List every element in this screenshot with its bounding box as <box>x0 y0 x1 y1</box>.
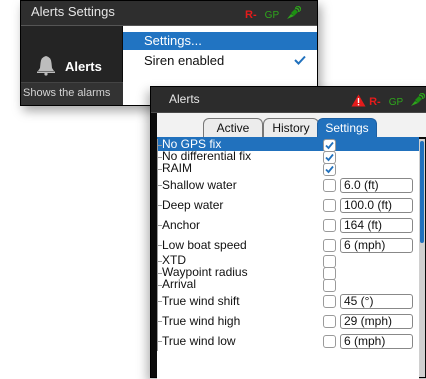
setting-label: RAIM <box>162 161 192 175</box>
titlebar: Alerts R- GP <box>151 87 426 113</box>
setting-row[interactable]: RAIM <box>157 161 419 176</box>
sidebar-item-alerts[interactable]: Alerts <box>65 59 102 74</box>
alert-enable-checkbox[interactable] <box>323 179 336 192</box>
threshold-value-field[interactable]: 45 (°) <box>340 294 413 309</box>
setting-label: True wind shift <box>162 294 240 308</box>
setting-row[interactable]: Low boat speed 6 (mph) <box>157 235 419 255</box>
check-icon <box>325 153 334 162</box>
setting-row[interactable]: Waypoint radius <box>157 265 419 280</box>
alert-enable-checkbox[interactable] <box>323 239 336 252</box>
alert-enable-checkbox[interactable] <box>323 199 336 212</box>
menu-item-siren-enabled[interactable]: Siren enabled <box>123 52 317 70</box>
menu-item-label: Settings... <box>144 33 202 48</box>
setting-row[interactable]: No differential fix <box>157 149 419 164</box>
window-title: Alerts <box>169 92 200 106</box>
setting-label: True wind high <box>162 314 241 328</box>
setting-label: Shallow water <box>162 178 237 192</box>
setting-row[interactable]: True wind high 29 (mph) <box>157 311 419 331</box>
alerts-settings-list: No GPS fix No differential fix RAIM Shallow… <box>157 137 419 379</box>
setting-label: Anchor <box>162 218 201 232</box>
threshold-value-field[interactable]: 6.0 (ft) <box>340 178 413 193</box>
setting-row[interactable]: True wind shift 45 (°) <box>157 291 419 311</box>
threshold-value-field[interactable]: 164 (ft) <box>340 218 413 233</box>
scrollbar[interactable] <box>419 139 425 377</box>
alerts-window: Alerts R- GP Active History Settings No … <box>150 86 426 379</box>
menu-item-settings[interactable]: Settings... <box>123 32 317 50</box>
alert-enable-checkbox[interactable] <box>323 219 336 232</box>
setting-label: Arrival <box>162 277 197 291</box>
threshold-value-field[interactable]: 6 (mph) <box>340 334 413 349</box>
setting-label: Low boat speed <box>162 238 247 252</box>
alert-enable-checkbox[interactable] <box>323 315 336 328</box>
check-icon <box>325 165 334 174</box>
satellite-icon <box>411 93 426 106</box>
setting-row[interactable]: Arrival <box>157 277 419 292</box>
gps-indicator: GP <box>388 97 404 108</box>
setting-row[interactable]: Deep water 100.0 (ft) <box>157 195 419 215</box>
satellite-icon <box>287 6 302 19</box>
setting-label: True wind low <box>162 334 236 348</box>
titlebar: Alerts Settings R- GP <box>21 1 317 26</box>
gps-indicator: GP <box>264 10 280 21</box>
setting-row[interactable]: Anchor 164 (ft) <box>157 215 419 235</box>
status-indicators: R- GP <box>245 6 302 21</box>
status-indicators: R- GP <box>351 93 426 108</box>
check-icon <box>294 55 306 65</box>
threshold-value-field[interactable]: 29 (mph) <box>340 314 413 329</box>
threshold-value-field[interactable]: 100.0 (ft) <box>340 198 413 213</box>
window-title: Alerts Settings <box>31 4 115 19</box>
bell-icon <box>37 56 55 76</box>
tab-settings[interactable]: Settings <box>317 118 377 137</box>
setting-row[interactable]: True wind low 6 (mph) <box>157 331 419 351</box>
setting-row[interactable]: Shallow water 6.0 (ft) <box>157 175 419 195</box>
alarm-indicator: R- <box>369 96 381 108</box>
sidebar: Alerts Shows the alarms <box>21 26 124 105</box>
threshold-value-field[interactable]: 6 (mph) <box>340 238 413 253</box>
alert-enable-checkbox[interactable] <box>323 295 336 308</box>
check-icon <box>325 141 334 150</box>
menu-item-label: Siren enabled <box>144 53 225 68</box>
alert-enable-checkbox[interactable] <box>323 335 336 348</box>
warning-icon <box>351 94 366 107</box>
sidebar-description: Shows the alarms <box>21 82 124 105</box>
tab-history[interactable]: History <box>263 118 319 137</box>
tab-active[interactable]: Active <box>203 118 263 137</box>
setting-label: Deep water <box>162 198 224 212</box>
tab-bar: Active History Settings <box>157 113 426 137</box>
alarm-indicator: R- <box>245 9 257 21</box>
scrollbar-thumb[interactable] <box>420 141 424 243</box>
